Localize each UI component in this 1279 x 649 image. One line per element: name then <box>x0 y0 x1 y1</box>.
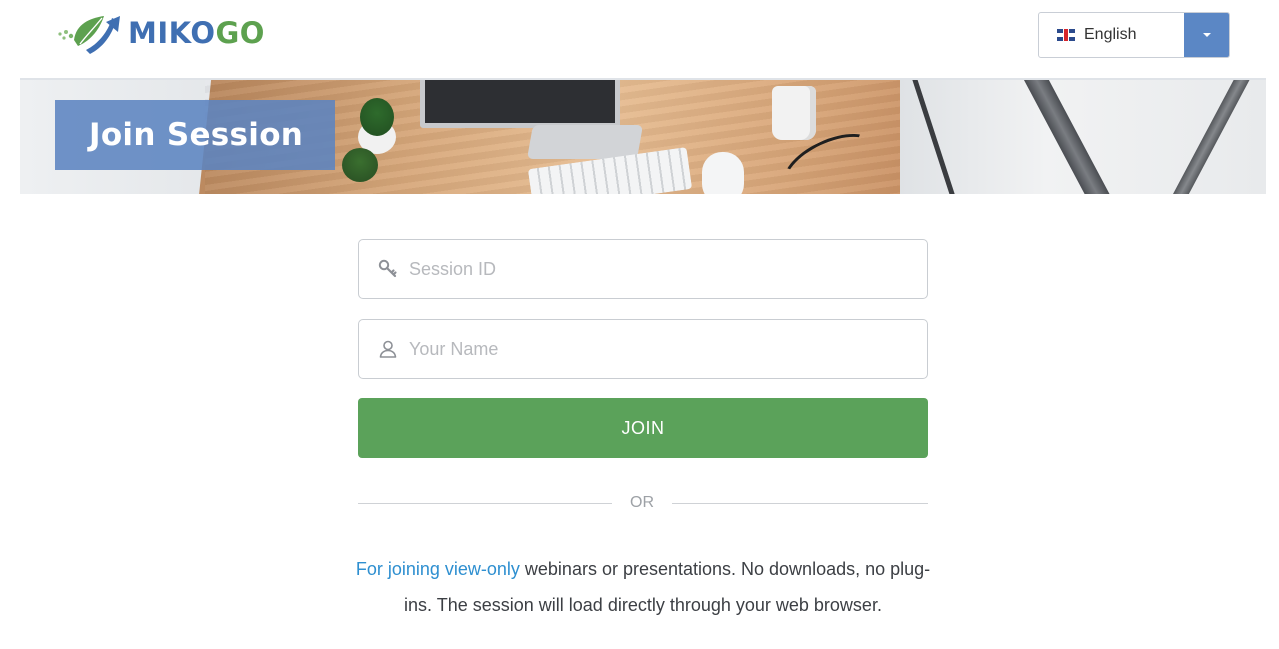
banner-plant-image <box>360 98 394 136</box>
key-icon <box>377 258 399 280</box>
language-label: English <box>1084 26 1137 43</box>
banner-plant-image <box>342 148 378 182</box>
session-id-input[interactable] <box>409 258 889 280</box>
user-icon <box>377 338 399 360</box>
language-select-value[interactable]: English <box>1039 13 1184 57</box>
page-title: Join Session <box>89 117 304 153</box>
chevron-down-icon <box>1202 33 1211 37</box>
your-name-input[interactable] <box>409 338 889 360</box>
language-dropdown-button[interactable] <box>1184 13 1229 57</box>
divider-line-right <box>672 503 928 504</box>
logo-text-part1: MIKO <box>128 16 216 50</box>
join-button[interactable]: JOIN <box>358 398 928 458</box>
logo-text: MIKOGO <box>128 16 265 50</box>
view-only-note: For joining view-only webinars or presen… <box>343 551 943 623</box>
banner-mouse-image <box>702 152 744 194</box>
banner-monitor-stand-image <box>527 125 643 159</box>
mikogo-logo[interactable]: MIKOGO <box>56 10 265 56</box>
divider-or-text: OR <box>630 494 654 511</box>
logo-mark-icon <box>56 10 126 56</box>
header: MIKOGO English <box>0 0 1279 78</box>
page-title-badge: Join Session <box>55 100 335 170</box>
logo-text-part2: GO <box>215 16 265 50</box>
session-id-field[interactable] <box>358 239 928 299</box>
view-only-link[interactable]: For joining view-only <box>356 559 520 579</box>
hero-banner: Join Session <box>20 78 1266 194</box>
banner-monitor-image <box>420 80 620 128</box>
language-select[interactable]: English <box>1038 12 1230 58</box>
banner-mug-image <box>772 86 816 140</box>
uk-flag-icon <box>1057 29 1075 41</box>
divider-line-left <box>358 503 612 504</box>
your-name-field[interactable] <box>358 319 928 379</box>
